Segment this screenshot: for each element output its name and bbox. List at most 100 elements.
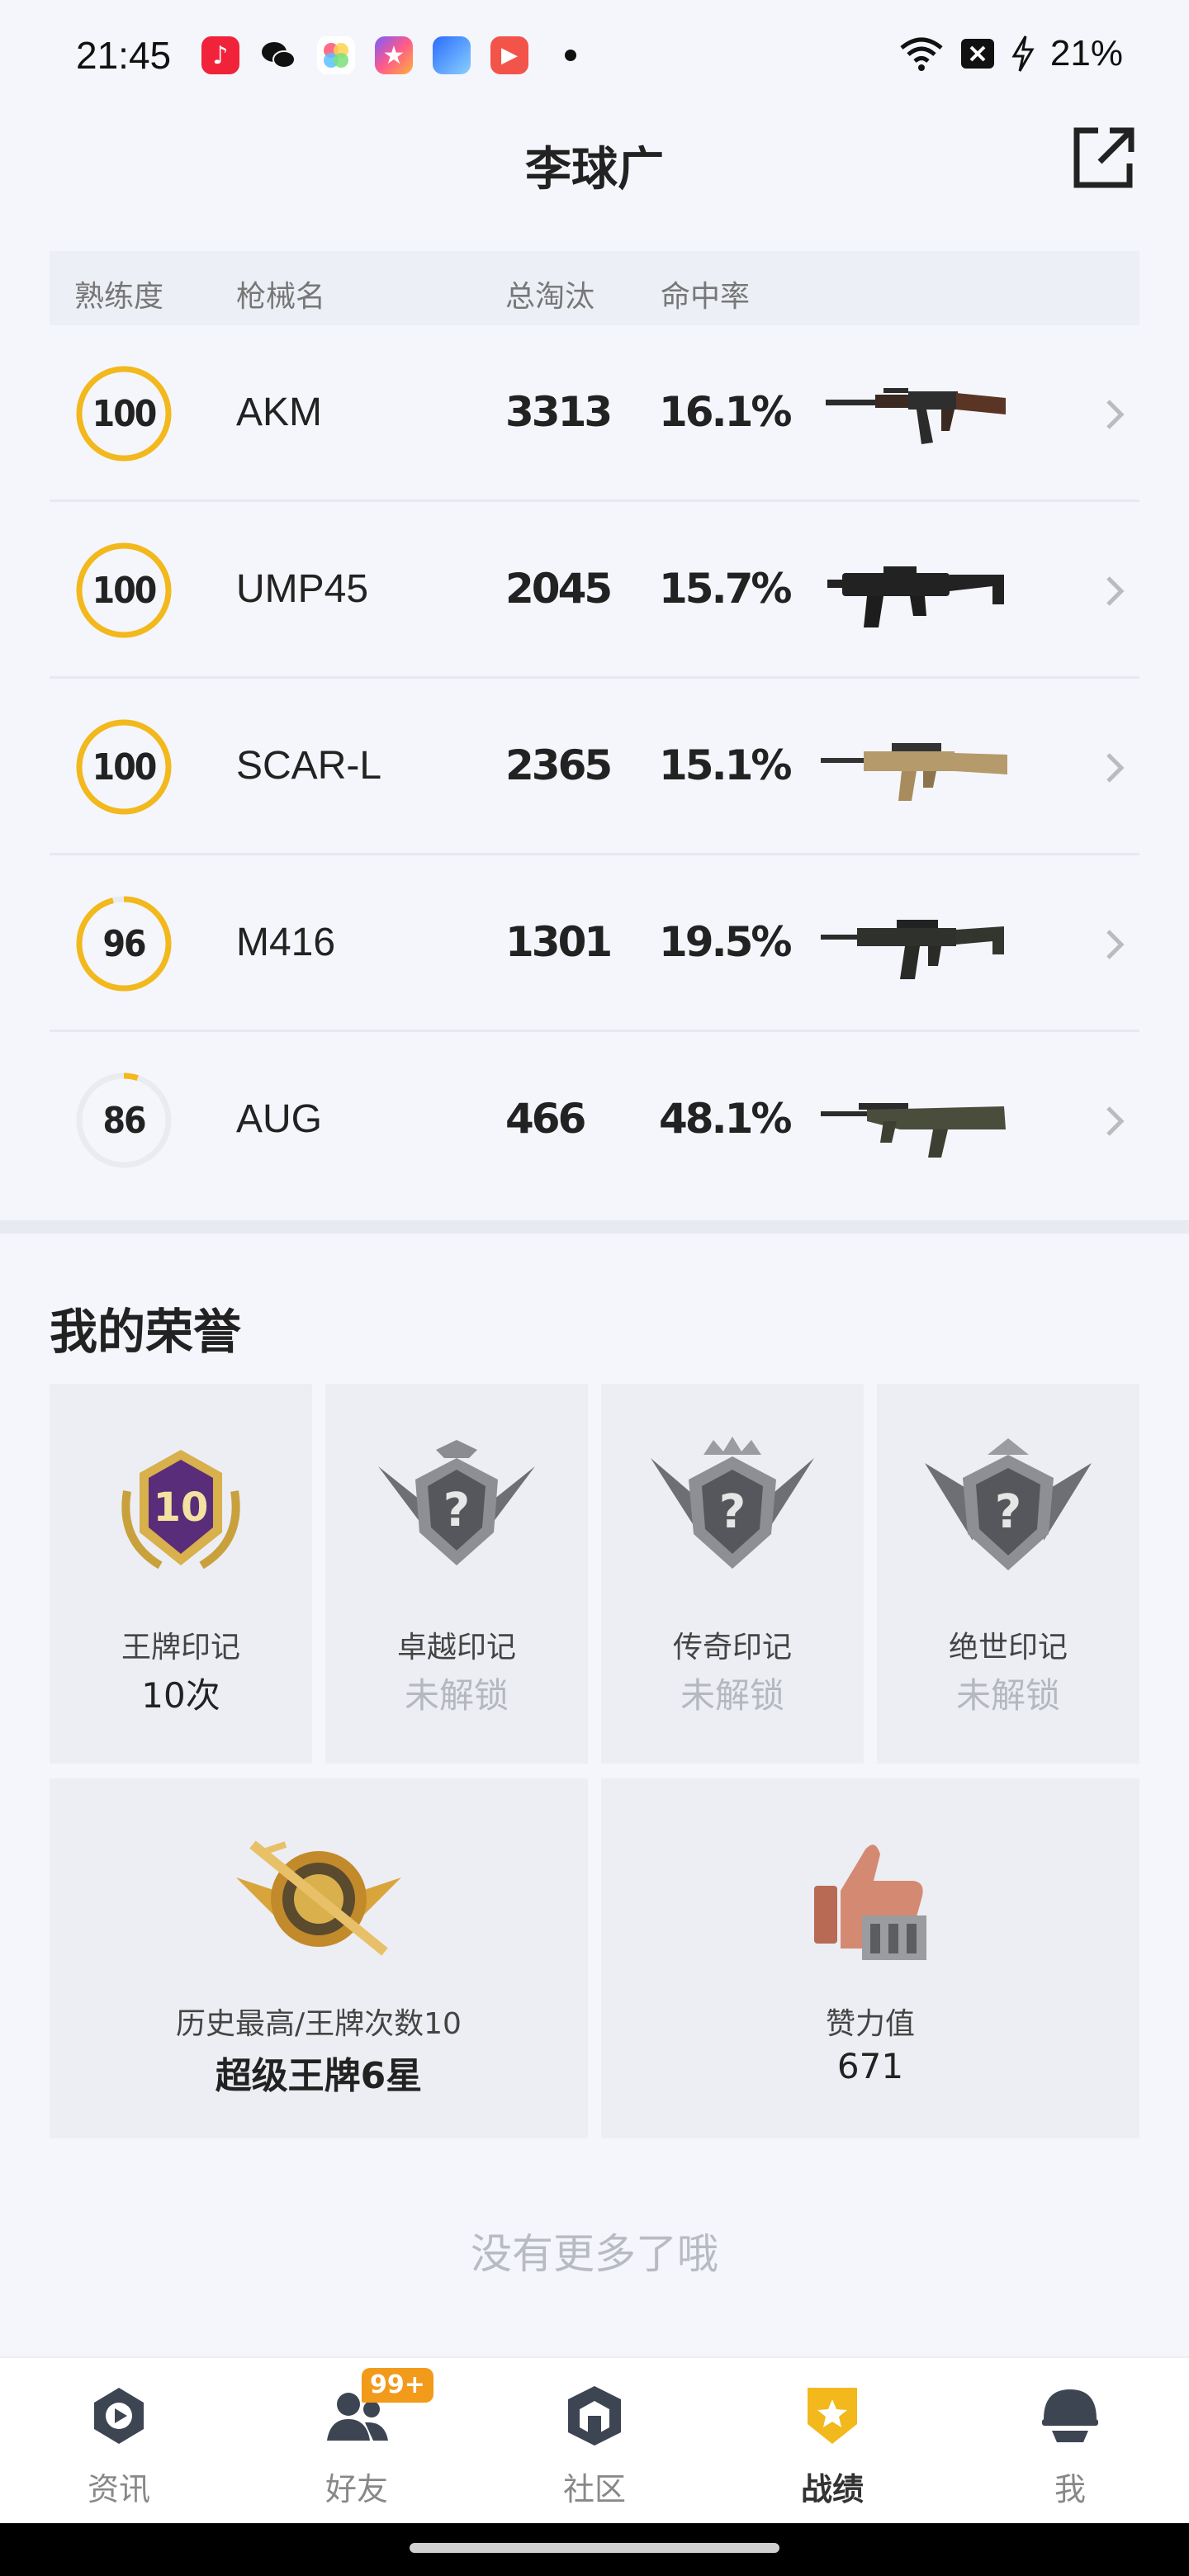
weapon-accuracy: 15.1% (659, 741, 792, 789)
m416-rifle-icon (821, 920, 1004, 979)
end-of-list-note: 没有更多了哦 (471, 2230, 718, 2278)
weapon-list: 100 AKM 3313 16.1% 100 UMP45 2045 15.7% (50, 325, 1139, 1209)
news-icon (94, 2388, 144, 2444)
peerless-mark-badge-icon: ? (925, 1438, 1092, 1570)
aug-rifle-icon (821, 1103, 1006, 1158)
honor-name: 传奇印记 (672, 1631, 792, 1664)
profile-helmet-icon (1042, 2389, 1098, 2442)
weapon-row[interactable]: 100 UMP45 2045 15.7% (50, 502, 1139, 679)
nav-label: 战绩 (800, 2471, 864, 2507)
charging-icon (1011, 36, 1035, 72)
battery-level: 21% (1049, 33, 1123, 73)
weapon-accuracy: 15.7% (659, 565, 792, 613)
wechat-icon (259, 36, 297, 74)
weapon-row[interactable]: 86 AUG 466 48.1% (50, 1032, 1139, 1209)
nav-label: 资讯 (87, 2471, 150, 2507)
weapon-name: UMP45 (236, 567, 369, 611)
weapon-kills: 3313 (505, 388, 613, 436)
honor-value: 未解锁 (404, 1675, 509, 1716)
weapon-name: AUG (236, 1097, 323, 1141)
mastery-value: 100 (92, 569, 158, 612)
honor-name: 绝世印记 (948, 1631, 1068, 1664)
wifi-icon (900, 37, 943, 71)
weapon-name: SCAR-L (236, 744, 382, 788)
nav-label: 好友 (324, 2471, 388, 2507)
weapon-name: M416 (236, 921, 336, 964)
nav-label: 社区 (562, 2471, 626, 2507)
weapon-row[interactable]: 100 SCAR-L 2365 15.1% (50, 679, 1139, 855)
chevron-right-icon (1106, 1106, 1125, 1136)
mastery-value: 100 (92, 746, 158, 788)
ace-mark-badge-icon: 10 (121, 1450, 240, 1570)
honor-card-excellence[interactable]: ? 卓越印记 未解锁 (325, 1384, 588, 1764)
share-button[interactable] (1070, 125, 1136, 192)
col-accuracy: 命中率 (661, 280, 751, 314)
mastery-value: 86 (102, 1099, 146, 1142)
weapon-accuracy: 19.5% (659, 918, 792, 966)
col-mastery: 熟练度 (74, 280, 164, 314)
honor-value: 10次 (141, 1675, 220, 1716)
col-kills: 总淘汰 (505, 280, 595, 314)
video-app-icon: ▶ (490, 36, 528, 74)
share-export-icon (1073, 127, 1135, 188)
excellence-mark-badge-icon: ? (378, 1440, 535, 1565)
honor-name: 卓越印记 (396, 1631, 516, 1664)
nav-item-friends[interactable]: 99+ 好友 (238, 2358, 476, 2525)
status-indicators: 21% (898, 33, 1123, 74)
friends-count-badge: 99+ (362, 2368, 433, 2403)
nav-item-news[interactable]: 资讯 (0, 2358, 238, 2525)
music-app-icon: ♪ (201, 36, 239, 74)
super-ace-badge-icon (236, 1840, 401, 1956)
ace-badge-number: 10 (154, 1485, 209, 1531)
weapon-table-header: 熟练度 枪械名 总淘汰 命中率 (50, 251, 1139, 325)
weapon-kills: 466 (505, 1095, 586, 1143)
honor-card-peerless[interactable]: ? 绝世印记 未解锁 (877, 1384, 1139, 1764)
home-gesture-handle[interactable] (410, 2543, 779, 2553)
svg-text:?: ? (719, 1485, 746, 1539)
weapon-kills: 1301 (505, 918, 613, 966)
status-time: 21:45 (76, 34, 172, 77)
honor-card-ace[interactable]: 10 王牌印记 10次 (50, 1384, 312, 1764)
weapon-name: AKM (236, 391, 323, 434)
chevron-right-icon (1106, 576, 1125, 606)
status-bar: 21:45 ♪ ★ ▶ 21% (0, 0, 1189, 116)
mastery-value: 96 (102, 922, 146, 965)
honor-value: 未解锁 (955, 1675, 1060, 1716)
no-sim-icon (960, 39, 994, 69)
weapon-row[interactable]: 96 M416 1301 19.5% (50, 855, 1139, 1032)
svg-text:?: ? (443, 1484, 470, 1537)
star-app-icon: ★ (375, 36, 413, 74)
photos-app-icon (317, 36, 355, 74)
honors-title: 我的荣誉 (50, 1304, 242, 1360)
system-nav-bar (0, 2523, 1189, 2576)
weapon-row[interactable]: 100 AKM 3313 16.1% (50, 325, 1139, 502)
section-divider (0, 1220, 1189, 1234)
legend-mark-badge-icon: ? (651, 1437, 814, 1569)
weapon-kills: 2365 (505, 741, 613, 789)
honor-name: 王牌印记 (121, 1631, 240, 1664)
nav-label: 我 (1054, 2471, 1086, 2507)
weapon-accuracy: 48.1% (659, 1095, 792, 1143)
honor-stat-value: 671 (836, 2046, 904, 2086)
nav-item-community[interactable]: 社区 (476, 2358, 713, 2525)
ump45-smg-icon (827, 566, 1004, 627)
page-title: 李球广 (525, 143, 664, 197)
chevron-right-icon (1106, 400, 1125, 429)
akm-rifle-icon (826, 388, 1006, 444)
nav-item-profile[interactable]: 我 (951, 2358, 1189, 2525)
nav-item-stats[interactable]: 战绩 (713, 2358, 951, 2525)
stats-icon (808, 2388, 857, 2444)
scarl-rifle-icon (821, 743, 1007, 801)
honor-value: 未解锁 (680, 1675, 784, 1716)
community-icon (568, 2386, 621, 2446)
col-weapon: 枪械名 (236, 280, 326, 314)
notification-icons: ♪ ★ ▶ (201, 36, 576, 74)
honor-card-legend[interactable]: ? 传奇印记 未解锁 (601, 1384, 864, 1764)
honor-card-highest-tier[interactable]: 历史最高/王牌次数10 超级王牌6星 (50, 1778, 588, 2138)
honor-card-likes[interactable]: 赞力值 671 (601, 1778, 1139, 2138)
game-app-icon (433, 36, 471, 74)
bottom-nav: 资讯 99+ 好友 社区 战绩 我 (0, 2356, 1189, 2523)
weapon-accuracy: 16.1% (659, 388, 792, 436)
honor-stat-label: 历史最高/王牌次数10 (176, 2007, 462, 2041)
more-notifications-dot (565, 50, 576, 61)
